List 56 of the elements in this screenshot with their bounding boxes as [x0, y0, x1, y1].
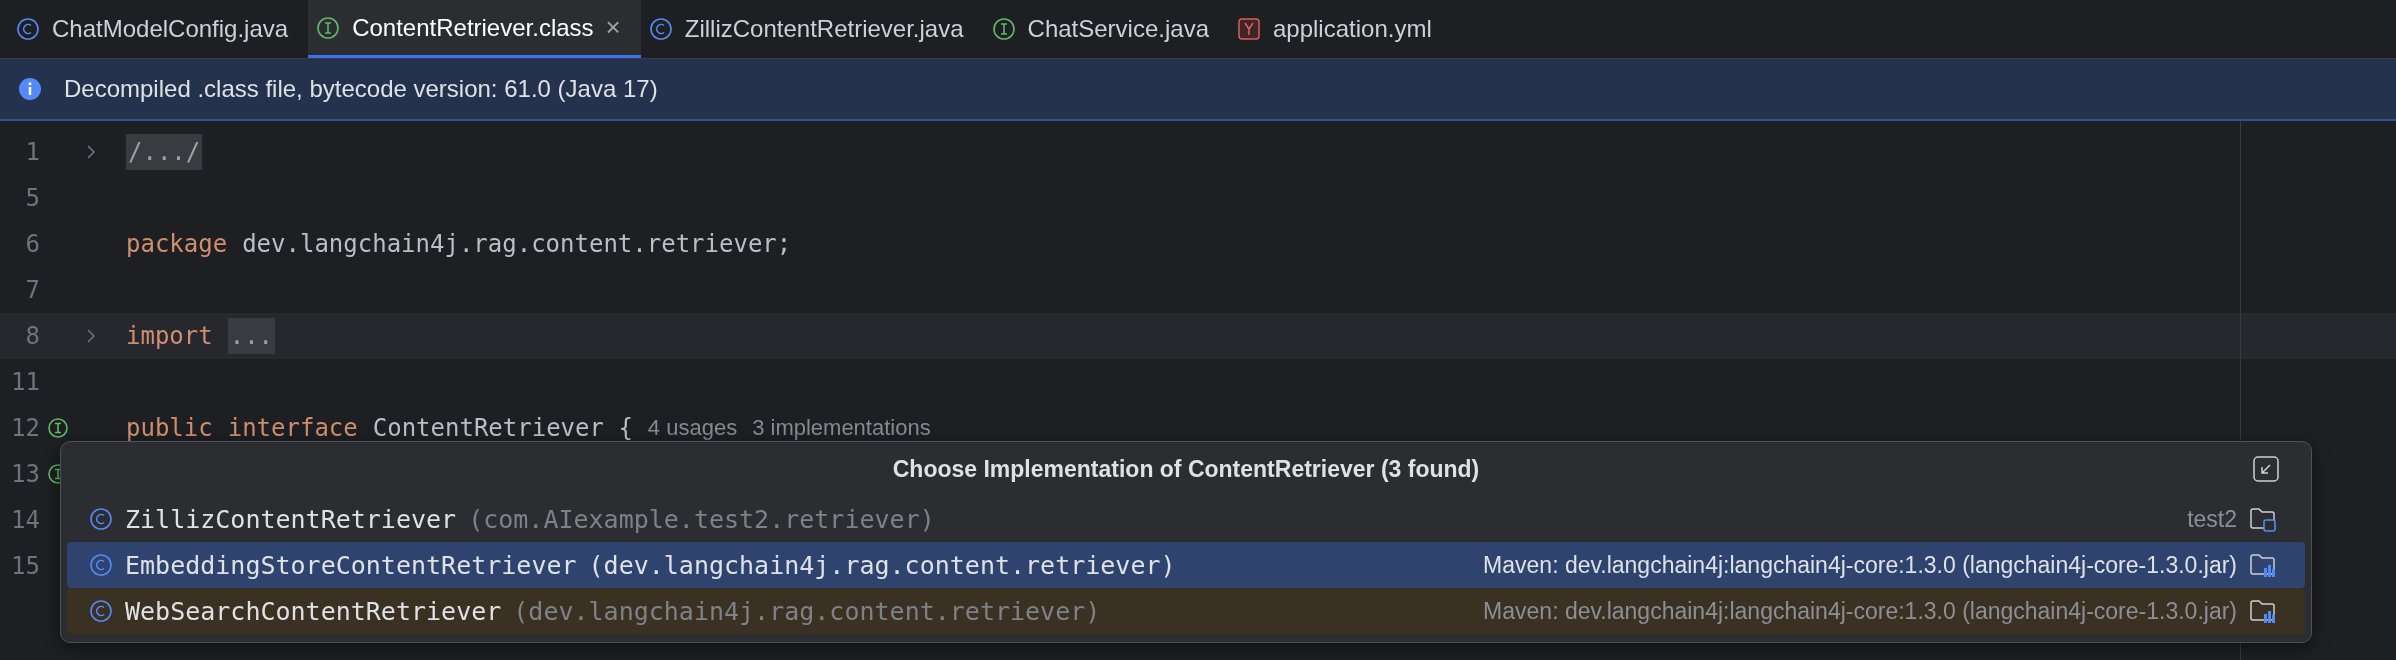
- location-text: Maven: dev.langchain4j:langchain4j-core:1.3.0 (langchain4j-core-1.3.0.jar): [1483, 597, 2237, 625]
- class-name: WebSearchContentRetriever: [125, 596, 502, 626]
- interface-file-icon: [991, 17, 1016, 41]
- location-text: test2: [2187, 505, 2237, 533]
- line-number: 13: [10, 460, 40, 488]
- info-icon: [18, 77, 42, 101]
- code-keyword: interface: [227, 414, 358, 442]
- class-file-icon: [648, 17, 673, 41]
- line-number: 8: [24, 322, 40, 350]
- folded-code[interactable]: ...: [227, 318, 276, 354]
- interface-file-icon: [316, 15, 341, 40]
- project-folder-icon: [2249, 506, 2277, 532]
- editor-tab[interactable]: ChatModelConfig.java: [8, 0, 309, 58]
- collapse-icon[interactable]: [2253, 456, 2279, 482]
- line-number: 12: [10, 414, 40, 442]
- package-name: (dev.langchain4j.rag.content.retriever): [513, 596, 1102, 626]
- class-icon: [89, 553, 113, 577]
- line-number: 15: [10, 552, 40, 580]
- line-number: 6: [24, 230, 40, 258]
- library-folder-icon: [2249, 552, 2277, 578]
- editor-tab[interactable]: ChatService.java: [983, 0, 1229, 58]
- class-name: EmbeddingStoreContentRetriever: [125, 550, 577, 580]
- fold-chevron-icon[interactable]: [84, 143, 98, 161]
- code-keyword: import: [126, 322, 213, 350]
- implementation-item[interactable]: EmbeddingStoreContentRetriever (dev.langchain4j.rag.content.retriever) Maven: dev.langchain4j:langchain4j-core:1.3.0 (langchain4j-core-1.3.0.jar): [67, 542, 2305, 588]
- line-number: 14: [10, 506, 40, 534]
- folded-code[interactable]: /.../: [126, 134, 203, 170]
- line-number: 7: [24, 276, 40, 304]
- editor-tab[interactable]: ZillizContentRetriever.java: [640, 0, 984, 58]
- class-icon: [89, 507, 113, 531]
- location-text: Maven: dev.langchain4j:langchain4j-core:1.3.0 (langchain4j-core-1.3.0.jar): [1483, 551, 2237, 579]
- code-text: dev.langchain4j.rag.content.retriever;: [242, 230, 792, 258]
- class-file-icon: [16, 17, 40, 41]
- code-keyword: public: [126, 414, 213, 442]
- inlay-hint[interactable]: 3 implementations: [752, 415, 931, 441]
- implemented-marker-icon[interactable]: [47, 417, 69, 439]
- editor-tab[interactable]: application.yml: [1229, 0, 1452, 58]
- info-text: Decompiled .class file, bytecode version: 61.0 (Java 17): [64, 75, 658, 103]
- popup-title: Choose Implementation of ContentRetriever (3 found): [892, 455, 1480, 483]
- yaml-file-icon: [1237, 17, 1261, 41]
- class-icon: [89, 599, 113, 623]
- implementation-item[interactable]: ZillizContentRetriever (com.AIexample.test2.retriever) test2: [67, 496, 2305, 542]
- editor-tab[interactable]: ContentRetriever.class ×: [308, 0, 641, 58]
- close-button[interactable]: ×: [605, 12, 621, 43]
- inlay-hint[interactable]: 4 usages: [647, 415, 738, 441]
- fold-chevron-icon[interactable]: [84, 327, 98, 345]
- package-name: (com.AIexample.test2.retriever): [468, 504, 936, 534]
- code-text: ContentRetriever {: [372, 414, 633, 442]
- line-number: 5: [24, 184, 40, 212]
- line-number: 11: [10, 368, 40, 396]
- class-name: ZillizContentRetriever: [125, 504, 457, 534]
- implementation-item[interactable]: WebSearchContentRetriever (dev.langchain4j.rag.content.retriever) Maven: dev.langchain4j:langchain4j-core:1.3.0 (langchain4j-core-1.3.0.jar): [67, 588, 2305, 634]
- code-keyword: package: [126, 230, 228, 258]
- line-number: 1: [24, 138, 40, 166]
- package-name: (dev.langchain4j.rag.content.retriever): [588, 550, 1177, 580]
- library-folder-icon: [2249, 598, 2277, 624]
